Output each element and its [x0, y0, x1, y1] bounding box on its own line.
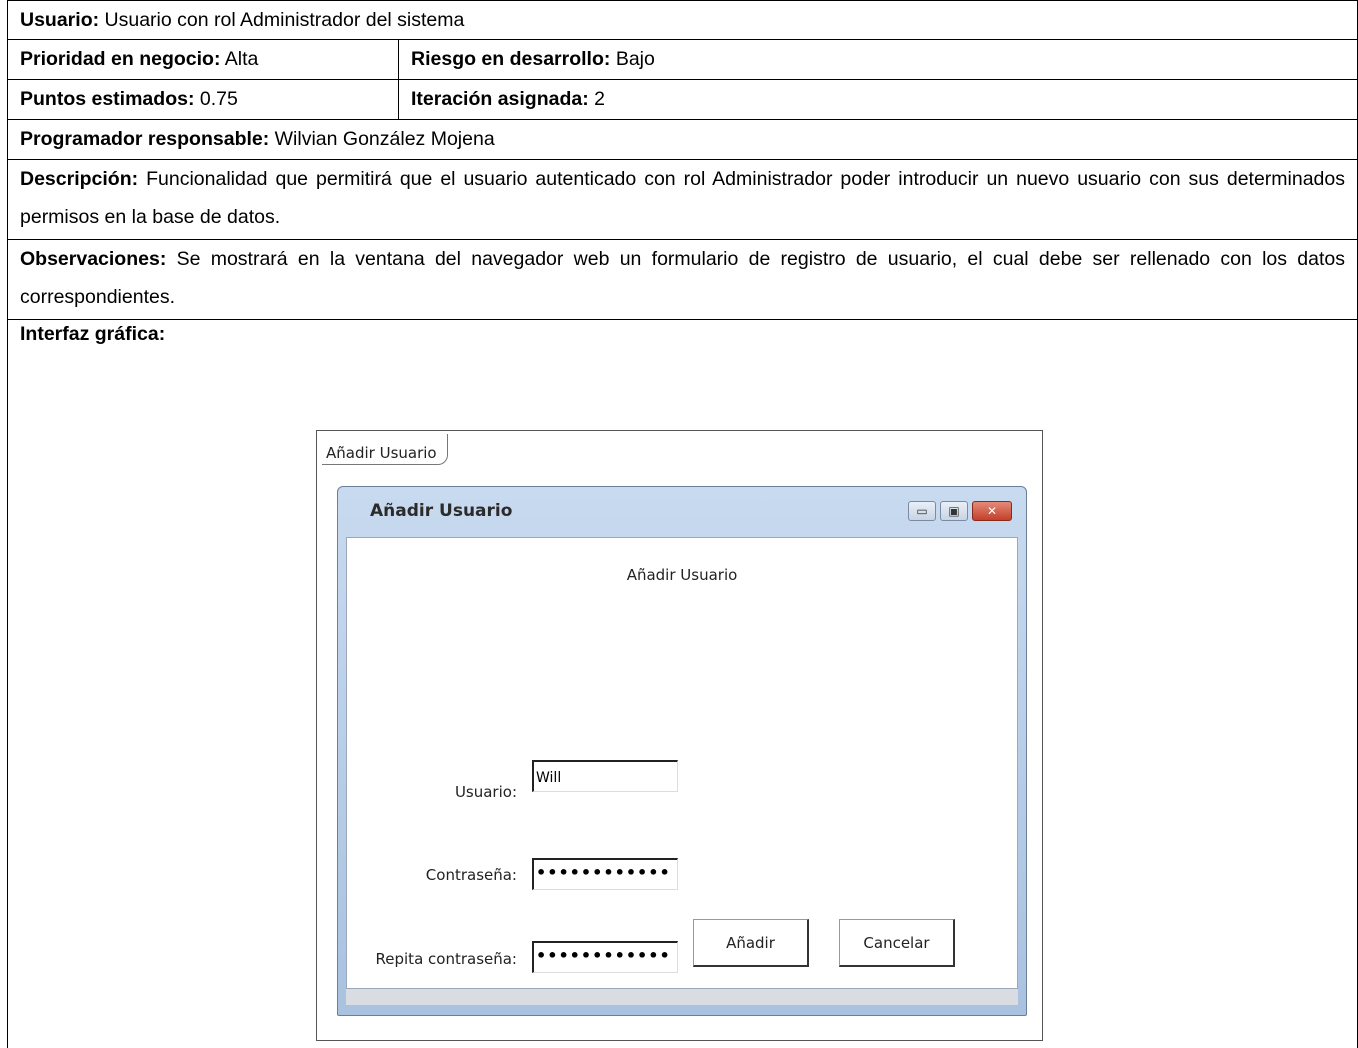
password-input[interactable]: ••••••••••••: [532, 858, 678, 890]
descripcion-label: Descripción:: [20, 168, 139, 190]
row-descripcion: Descripción: Funcionalidad que permitirá…: [8, 160, 1357, 240]
contrasena-field-label: Contraseña:: [425, 866, 517, 884]
puntos-value: 0.75: [199, 88, 238, 110]
row-prioridad-riesgo: Prioridad en negocio: Alta Riesgo en des…: [8, 40, 1357, 80]
usuario-input[interactable]: Will: [532, 760, 678, 792]
prioridad-value: Alta: [224, 48, 259, 70]
mockup-tab[interactable]: Añadir Usuario: [322, 434, 448, 465]
interfaz-label: Interfaz gráfica:: [20, 323, 166, 345]
observaciones-label: Observaciones:: [20, 248, 167, 270]
usuario-value: Usuario con rol Administrador del sistem…: [104, 9, 465, 31]
row-programador: Programador responsable: Wilvian Gonzále…: [8, 120, 1357, 160]
riesgo-label: Riesgo en desarrollo:: [411, 48, 611, 70]
form-heading: Añadir Usuario: [626, 566, 738, 584]
interface-mockup: Añadir Usuario Añadir Usuario ▭ ▣ ✕ Añad…: [316, 430, 1043, 1041]
prioridad-label: Prioridad en negocio:: [20, 48, 221, 70]
observaciones-value: Se mostrará en la ventana del navegador …: [20, 248, 1345, 308]
programador-value: Wilvian González Mojena: [274, 128, 495, 150]
descripcion-value: Funcionalidad que permitirá que el usuar…: [20, 168, 1345, 228]
iteracion-value: 2: [594, 88, 605, 110]
repita-field-label: Repita contraseña:: [375, 950, 517, 968]
minimize-icon[interactable]: ▭: [908, 501, 936, 521]
programador-label: Programador responsable:: [20, 128, 270, 150]
row-usuario: Usuario: Usuario con rol Administrador d…: [8, 0, 1357, 40]
cancel-button[interactable]: Cancelar: [839, 919, 955, 967]
row-observaciones: Observaciones: Se mostrará en la ventana…: [8, 240, 1357, 320]
puntos-label: Puntos estimados:: [20, 88, 195, 110]
close-icon[interactable]: ✕: [972, 501, 1012, 521]
confirm-password-input[interactable]: ••••••••••••: [532, 941, 678, 973]
row-puntos-iteracion: Puntos estimados: 0.75 Iteración asignad…: [8, 80, 1357, 120]
dialog-footer: [346, 989, 1018, 1005]
add-button[interactable]: Añadir: [693, 919, 809, 967]
usuario-field-label: Usuario:: [454, 783, 517, 801]
window-controls: ▭ ▣ ✕: [908, 501, 1012, 521]
riesgo-value: Bajo: [615, 48, 655, 70]
usuario-label: Usuario:: [20, 9, 100, 31]
iteracion-label: Iteración asignada:: [411, 88, 589, 110]
maximize-icon[interactable]: ▣: [940, 501, 968, 521]
window-title: Añadir Usuario: [370, 501, 513, 521]
